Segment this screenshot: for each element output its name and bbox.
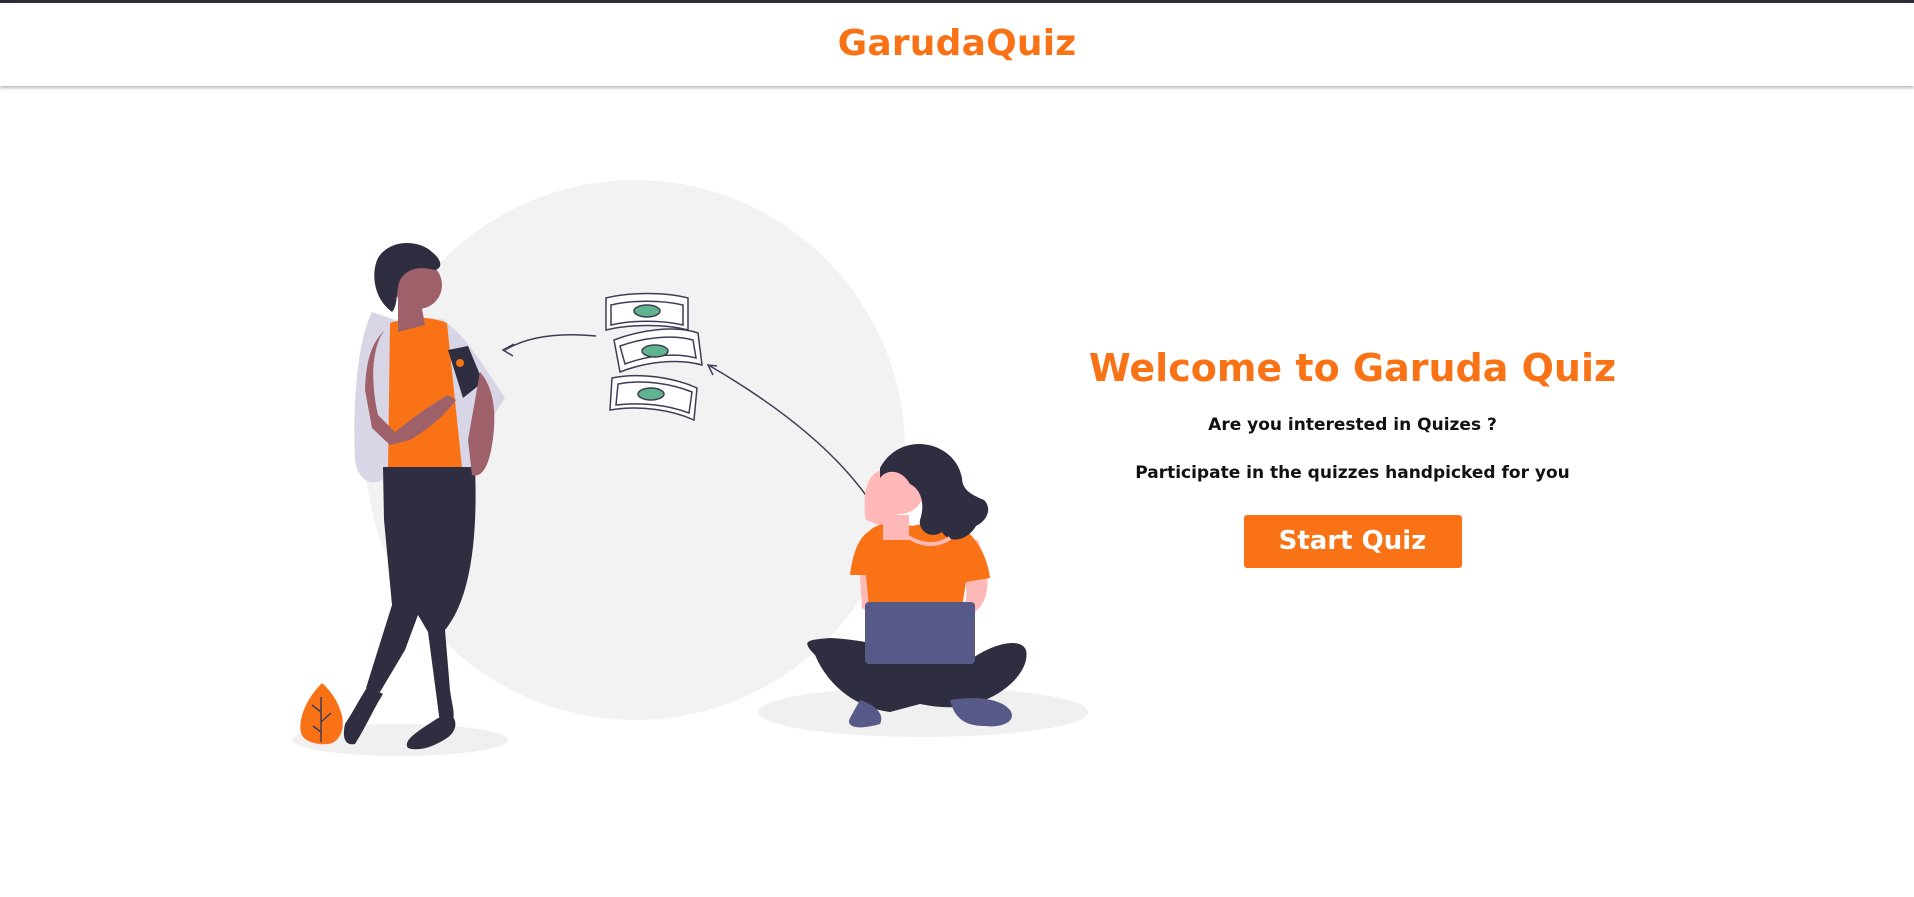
money-bills-icon — [605, 292, 703, 422]
interest-question: Are you interested in Quizes ? — [1208, 414, 1497, 435]
welcome-title: Welcome to Garuda Quiz — [1088, 346, 1617, 390]
plant-icon — [300, 683, 343, 745]
laptop-icon — [865, 602, 975, 664]
participate-text: Participate in the quizzes handpicked fo… — [1135, 462, 1570, 483]
people-exchanging-money-illustration — [292, 180, 1088, 756]
brand-logo[interactable]: GarudaQuiz — [838, 23, 1077, 64]
start-quiz-button[interactable]: Start Quiz — [1243, 514, 1462, 568]
welcome-section: Welcome to Garuda Quiz Are you intereste… — [1080, 346, 1625, 568]
navbar: GarudaQuiz — [0, 3, 1914, 86]
